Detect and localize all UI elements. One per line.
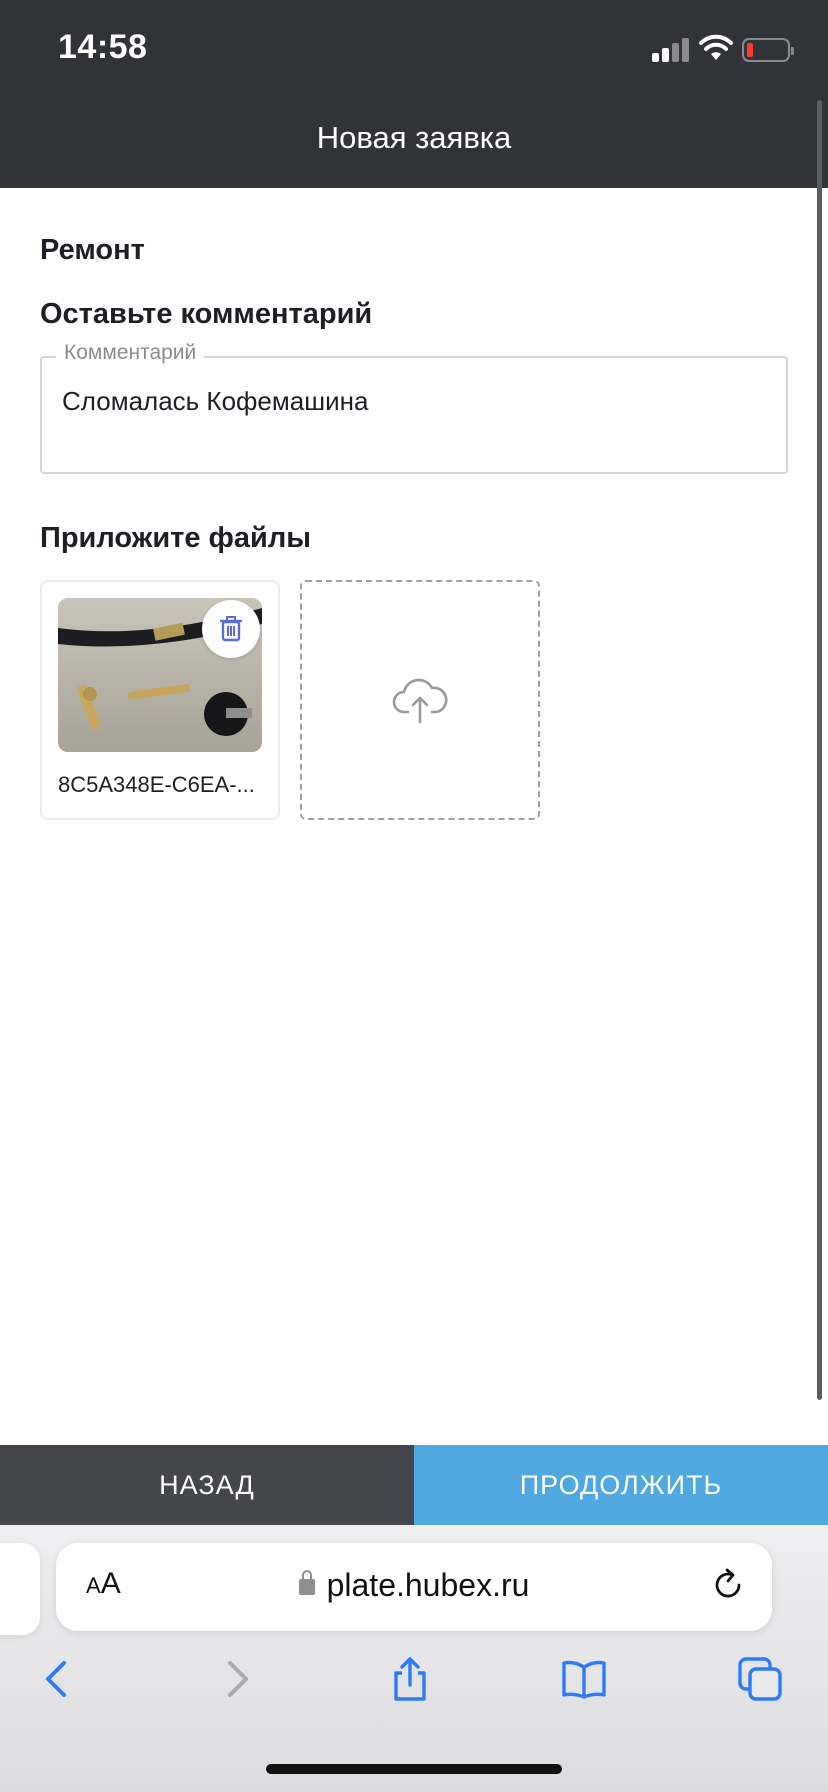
address-url[interactable]: plate.hubex.ru [56, 1567, 772, 1604]
files-heading: Приложите файлы [40, 522, 312, 554]
comment-field[interactable]: Комментарий Сломалась Кофемашина [40, 341, 788, 474]
back-button[interactable]: НАЗАД [0, 1445, 414, 1525]
page-title: Новая заявка [316, 120, 512, 155]
browser-toolbar: AA plate.hubex.ru [0, 1525, 828, 1792]
file-name: 8C5A348E-C6EA-... [58, 772, 255, 797]
comment-value[interactable]: Сломалась Кофемашина [62, 386, 368, 417]
upload-file-button[interactable] [300, 580, 540, 820]
comment-heading: Оставьте комментарий [40, 298, 373, 330]
delete-file-button[interactable] [202, 600, 260, 658]
share-icon[interactable] [386, 1655, 434, 1703]
home-indicator[interactable] [266, 1764, 562, 1774]
comment-label: Комментарий [56, 341, 205, 365]
chevron-right-icon[interactable] [212, 1655, 260, 1703]
previous-tab[interactable] [0, 1543, 40, 1635]
wifi-icon [699, 34, 733, 60]
book-icon[interactable] [560, 1655, 608, 1703]
cellular-signal-icon [652, 38, 690, 62]
trash-icon [219, 616, 243, 642]
scrollbar[interactable] [817, 100, 822, 1400]
lock-icon [298, 1570, 315, 1595]
url-text: plate.hubex.ru [326, 1567, 530, 1603]
attached-file-card[interactable]: 8C5A348E-C6EA-... [40, 580, 280, 820]
tabs-icon[interactable] [736, 1655, 784, 1703]
category-title: Ремонт [40, 234, 145, 266]
cloud-upload-icon [392, 678, 448, 724]
app-header: 14:58 Новая заявка [0, 0, 828, 188]
continue-button[interactable]: ПРОДОЛЖИТЬ [414, 1445, 828, 1525]
address-bar[interactable]: AA plate.hubex.ru [56, 1543, 772, 1631]
status-time: 14:58 [58, 28, 148, 66]
chevron-left-icon[interactable] [34, 1655, 82, 1703]
battery-icon [742, 38, 794, 62]
reload-icon[interactable] [710, 1567, 746, 1603]
